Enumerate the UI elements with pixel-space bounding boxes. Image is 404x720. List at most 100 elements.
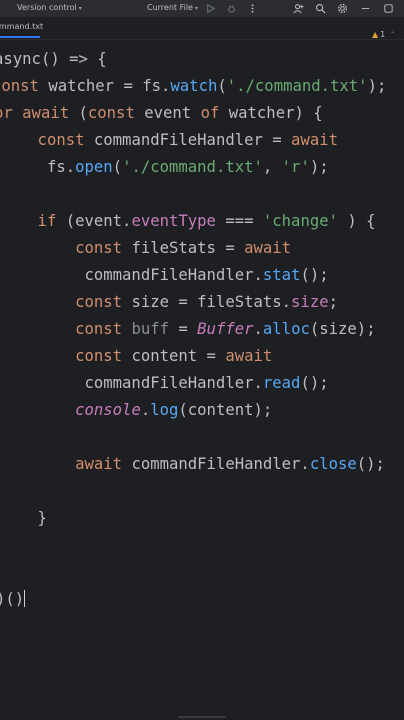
code-token: (event. [65, 212, 132, 230]
code-line[interactable]: const size = fileStats.size; [0, 292, 338, 312]
code-token: ); [367, 77, 387, 95]
code-token: './command.txt' [122, 158, 263, 176]
chevron-down-icon: ▾ [194, 5, 198, 12]
code-editor[interactable]: async() => {const watcher = fs.watch('./… [0, 47, 404, 609]
code-token: const [0, 131, 94, 149]
code-token: commandFileHandler. [0, 266, 263, 284]
code-token: or await [0, 104, 79, 122]
tab-label: ommand.txt [0, 22, 44, 31]
warning-count: 1 [380, 29, 386, 39]
code-line[interactable]: if (event.eventType === 'change' ) { [0, 211, 376, 231]
code-token: open [75, 158, 113, 176]
code-token: (); [300, 266, 329, 284]
minimize-icon[interactable] [358, 1, 372, 15]
home-indicator [178, 716, 226, 718]
text-cursor [24, 590, 26, 607]
run-config-selector[interactable]: Current File ▾ [147, 3, 198, 12]
code-token: const [0, 239, 132, 257]
code-token: (size); [309, 320, 376, 338]
code-token: watcher) { [228, 104, 323, 122]
add-user-icon[interactable] [291, 1, 305, 15]
editor-tab-bar: ommand.txt [0, 17, 404, 40]
code-token: async() => { [0, 50, 107, 68]
code-token: size = fileStats. [131, 293, 292, 311]
code-token: . [253, 320, 263, 338]
code-token: (content); [178, 401, 273, 419]
code-token: alloc [262, 320, 310, 338]
code-token: eventType [131, 212, 216, 230]
code-line[interactable]: console.log(content); [0, 400, 272, 420]
code-token: = [169, 320, 198, 338]
code-token: event [144, 104, 201, 122]
code-line[interactable]: const fileStats = await [0, 238, 291, 258]
run-icon[interactable] [203, 1, 217, 15]
code-line[interactable]: )() [0, 589, 26, 609]
code-line[interactable]: const watcher = fs.watch('./command.txt'… [0, 76, 386, 96]
code-line[interactable]: fs.open('./command.txt', 'r'); [0, 157, 329, 177]
code-token: fs. [0, 158, 76, 176]
code-token: size [291, 293, 329, 311]
code-token: Buffer [197, 320, 254, 338]
code-token: close [309, 455, 357, 473]
code-token: , [262, 158, 282, 176]
maximize-icon[interactable] [381, 1, 395, 15]
code-token: ( [78, 104, 88, 122]
vcs-widget[interactable]: Version control ▾ [17, 3, 82, 12]
code-token: stat [262, 266, 301, 284]
code-token: (); [356, 455, 385, 473]
code-token: await [291, 131, 338, 149]
code-token: content = [131, 347, 226, 365]
code-token: ) { [338, 212, 376, 230]
code-line[interactable]: } [0, 508, 47, 528]
search-icon[interactable] [313, 1, 327, 15]
code-token: const [0, 77, 39, 95]
chevron-up-icon: ⌃ [390, 30, 396, 38]
code-line[interactable]: commandFileHandler.stat(); [0, 265, 329, 285]
code-token: watch [170, 77, 218, 95]
code-token: === [215, 212, 263, 230]
code-token: await [0, 455, 132, 473]
code-token: commandFileHandler = [93, 131, 292, 149]
tab-command-txt[interactable]: ommand.txt [0, 17, 44, 38]
code-token: of [200, 104, 229, 122]
inspection-widget[interactable]: ▲ 1 ⌃ [372, 27, 395, 41]
code-line[interactable]: or await (const event of watcher) { [0, 103, 323, 123]
more-actions-icon[interactable] [245, 1, 259, 15]
code-token: if [0, 212, 66, 230]
code-token: 'change' [262, 212, 338, 230]
code-token: )() [0, 590, 25, 608]
code-token: const [87, 104, 145, 122]
main-toolbar: Version control ▾ Current File ▾ [0, 0, 404, 17]
code-line[interactable]: const buff = Buffer.alloc(size); [0, 319, 376, 339]
code-token: } [0, 509, 47, 527]
code-token: 'r' [281, 158, 310, 176]
code-token: ; [328, 293, 338, 311]
code-token: buff [131, 320, 169, 338]
code-token: log [150, 401, 179, 419]
code-token: commandFileHandler. [131, 455, 310, 473]
code-line[interactable]: async() => { [0, 49, 107, 69]
code-line[interactable]: const commandFileHandler = await [0, 130, 338, 150]
code-token: await [244, 239, 292, 257]
gear-icon[interactable] [335, 1, 349, 15]
run-config-label: Current File [147, 3, 193, 12]
chevron-down-icon: ▾ [78, 5, 82, 12]
code-token: const [0, 320, 132, 338]
code-token: console [75, 401, 141, 419]
code-token: ( [217, 77, 227, 95]
code-line[interactable]: const content = await [0, 346, 272, 366]
code-line[interactable]: commandFileHandler.read(); [0, 373, 329, 393]
code-token: './command.txt' [226, 77, 368, 95]
code-token: ( [112, 158, 123, 176]
code-line[interactable]: await commandFileHandler.close(); [0, 454, 385, 474]
code-token: . [140, 401, 151, 419]
code-token: await [225, 347, 273, 365]
debug-icon[interactable] [224, 1, 238, 15]
code-token: watcher = fs. [48, 77, 171, 95]
code-token: const [0, 293, 132, 311]
code-token: const [0, 347, 132, 365]
code-token: (); [300, 374, 329, 392]
code-token: commandFileHandler. [0, 374, 263, 392]
code-token: read [262, 374, 301, 392]
